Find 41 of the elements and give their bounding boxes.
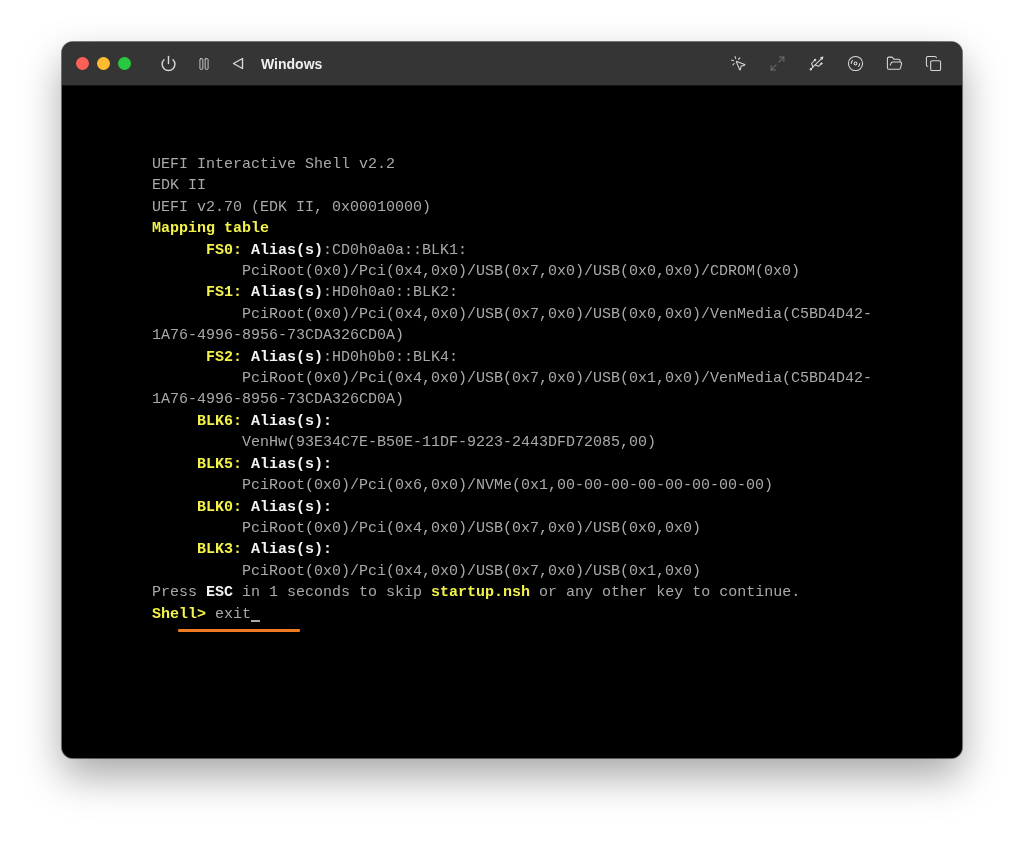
terminal-text: BLK0: [197,497,242,518]
terminal-text: Press [152,583,198,604]
zoom-button[interactable] [118,57,131,70]
terminal-text: FS1: [206,283,242,304]
minimize-button[interactable] [97,57,110,70]
terminal-text: in 1 seconds to skip [241,583,424,604]
terminal-text: BLK3: [197,540,242,561]
terminal-text: Mapping table [152,219,270,240]
terminal-text: Alias(s) [250,283,324,304]
terminal-text: VenHw(93E34C7E-B50E-11DF-9223-2443DFD72085,00) [242,433,657,454]
terminal-text: FS0: [206,240,242,261]
terminal-text: :HD0h0a0::BLK2: [323,283,459,304]
terminal-text: PciRoot(0x0)/Pci(0x6,0x0)/NVMe(0x1,00-00-00-00-00-00-00-00) [242,476,774,497]
terminal-text: UEFI v2.70 (EDK II, 0x00010000) [152,197,432,218]
terminal-text: UEFI Interactive Shell v2.2 [152,155,396,175]
terminal-text: Alias(s): [250,411,333,432]
window-title: Windows [261,55,323,72]
terminal-text: Alias(s) [250,240,324,261]
terminal-text: :CD0h0a0a::BLK1: [323,240,468,261]
terminal-text: 1A76-4996-8956-73CDA326CD0A) [152,326,405,347]
terminal-text: PciRoot(0x0)/Pci(0x4,0x0)/USB(0x7,0x0)/USB(0x0,0x0) [242,518,702,539]
terminal-text: or any other key to continue. [538,583,801,604]
terminal-text: :HD0h0b0::BLK4: [323,347,459,368]
close-button[interactable] [76,57,89,70]
terminal-text: Alias(s) [250,347,324,368]
terminal-text: PciRoot(0x0)/Pci(0x4,0x0)/USB(0x7,0x0)/USB(0x0,0x0)/CDROM(0x0) [242,262,801,283]
terminal-text: startup.nsh [431,583,531,604]
terminal-text: PciRoot(0x0)/Pci(0x4,0x0)/USB(0x7,0x0)/USB(0x0,0x0)/VenMedia(C5BD4D42- [242,304,873,325]
terminal-text: ESC [206,583,234,604]
terminal-text: 1A76-4996-8956-73CDA326CD0A) [152,390,405,411]
terminal-text: Shell> [152,604,206,625]
terminal-text: PciRoot(0x0)/Pci(0x4,0x0)/USB(0x7,0x0)/USB(0x1,0x0)/VenMedia(C5BD4D42- [242,369,873,390]
terminal-text: PciRoot(0x0)/Pci(0x4,0x0)/USB(0x7,0x0)/USB(0x1,0x0) [242,561,702,582]
terminal-text: BLK5: [197,454,242,475]
terminal-text: EDK II [152,176,206,197]
terminal-text: Alias(s): [250,454,333,475]
terminal-text: exit [214,604,252,625]
terminal-text: FS2: [206,347,242,368]
terminal-text: Alias(s): [250,497,333,518]
terminal-text: Alias(s): [250,540,333,561]
terminal-text: BLK6: [197,411,242,432]
